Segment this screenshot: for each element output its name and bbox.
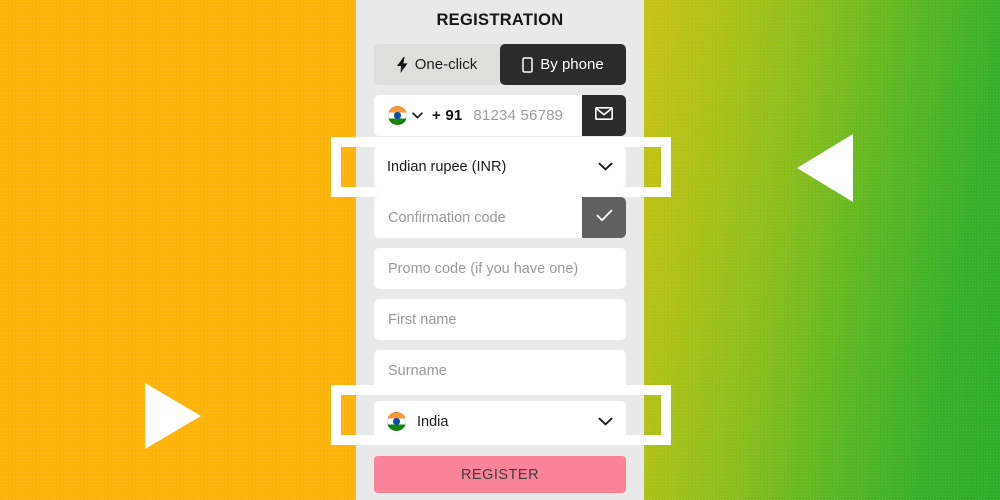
tab-one-click-label: One-click <box>414 56 478 73</box>
tab-one-click[interactable]: One-click <box>374 44 500 85</box>
lightning-bolt-icon <box>396 56 408 73</box>
country-code-label: + 91 <box>432 107 463 124</box>
chevron-down-icon[interactable] <box>412 112 423 119</box>
play-triangle-left-icon <box>797 134 853 202</box>
country-select-value: India <box>417 413 449 430</box>
background-noise-right <box>644 0 1000 500</box>
confirmation-code-placeholder: Confirmation code <box>388 209 506 226</box>
screenshot-root: REGISTRATION One-click By phone + 91 812… <box>0 0 1000 500</box>
check-icon <box>596 209 613 227</box>
surname-placeholder: Surname <box>388 362 447 379</box>
promo-code-placeholder: Promo code (if you have one) <box>388 260 579 277</box>
india-flag-icon <box>387 412 406 431</box>
registration-panel: REGISTRATION One-click By phone + 91 812… <box>356 0 644 500</box>
currency-select[interactable]: Indian rupee (INR) <box>374 146 626 187</box>
first-name-input[interactable]: First name <box>374 299 626 340</box>
tab-by-phone[interactable]: By phone <box>500 44 626 85</box>
phone-number-placeholder: 81234 56789 <box>473 107 564 124</box>
chevron-down-icon <box>598 159 613 175</box>
promo-code-row: Promo code (if you have one) <box>374 248 626 289</box>
surname-row: Surname <box>374 350 626 391</box>
confirm-code-button[interactable] <box>582 197 626 238</box>
register-button[interactable]: REGISTER <box>374 456 626 493</box>
country-select[interactable]: India <box>374 401 626 442</box>
first-name-row: First name <box>374 299 626 340</box>
promo-code-input[interactable]: Promo code (if you have one) <box>374 248 626 289</box>
confirmation-row: Confirmation code <box>374 197 626 238</box>
currency-select-value: Indian rupee (INR) <box>387 158 507 175</box>
registration-method-tabs: One-click By phone <box>374 44 626 85</box>
send-email-button[interactable] <box>582 95 626 136</box>
page-title: REGISTRATION <box>436 11 564 29</box>
tab-by-phone-label: By phone <box>540 56 604 73</box>
chevron-down-icon <box>598 414 613 430</box>
envelope-icon <box>595 106 613 125</box>
surname-input[interactable]: Surname <box>374 350 626 391</box>
phone-row: + 91 81234 56789 <box>374 95 626 136</box>
play-triangle-right-icon <box>145 383 201 449</box>
phone-input[interactable]: + 91 81234 56789 <box>374 95 582 136</box>
india-flag-icon <box>388 106 407 125</box>
first-name-placeholder: First name <box>388 311 457 328</box>
currency-row: Indian rupee (INR) <box>374 146 626 187</box>
background-right <box>644 0 1000 500</box>
confirmation-code-input[interactable]: Confirmation code <box>374 197 582 238</box>
mobile-phone-icon <box>522 56 534 73</box>
country-row: India <box>374 401 626 442</box>
